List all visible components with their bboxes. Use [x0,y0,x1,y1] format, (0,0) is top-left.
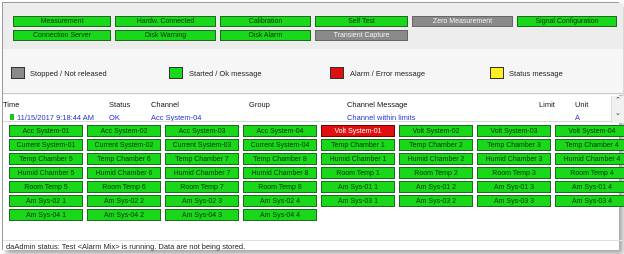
channel-chip[interactable]: Temp Chamber 6 [87,153,161,165]
connection-server-button[interactable]: Connection Server [13,30,111,41]
channel-chip[interactable]: Am Sys-03 1 [321,195,395,207]
channel-chip[interactable]: Am Sys-04 4 [243,209,317,221]
legend-label-alarm: Alarm / Error message [350,69,426,78]
channel-status-grid: Acc System-01 Acc System-02 Acc System-03 A… [9,125,624,225]
status-bar: daAdmin status: Test <Alarm Mix> is runn… [3,240,623,253]
channel-chip[interactable]: Am Sys-04 2 [87,209,161,221]
channel-chip[interactable]: Am Sys-04 1 [9,209,83,221]
column-header-channel[interactable]: Channel [151,100,179,109]
channel-chip[interactable]: Humid Chamber 7 [165,167,239,179]
channel-chip[interactable]: Room Temp 8 [243,181,317,193]
column-header-time[interactable]: Time [3,100,19,109]
channel-chip[interactable]: Am Sys-02 2 [87,195,161,207]
calibration-button[interactable]: Calibration [220,16,311,27]
channel-chip[interactable]: Acc System-01 [9,125,83,137]
transient-capture-button[interactable]: Transient Capture [315,30,408,41]
channel-chip[interactable]: Temp Chamber 8 [243,153,317,165]
channel-chip[interactable]: Current System-01 [9,139,83,151]
channel-chip[interactable]: Volt System-04 [555,125,624,137]
channel-chip[interactable]: Temp Chamber 2 [399,139,473,151]
channel-chip[interactable]: Room Temp 5 [9,181,83,193]
channel-chip[interactable]: Humid Chamber 1 [321,153,395,165]
scroll-down-icon[interactable]: ⌄ [615,110,621,118]
channel-chip[interactable]: Am Sys-01 4 [555,181,624,193]
channel-chip[interactable]: Am Sys-03 4 [555,195,624,207]
self-test-button[interactable]: Self Test [315,16,408,27]
channel-chip[interactable]: Temp Chamber 3 [477,139,551,151]
channel-chip[interactable]: Am Sys-02 1 [9,195,83,207]
channel-chip[interactable]: Acc System-04 [243,125,317,137]
channel-chip[interactable]: Room Temp 1 [321,167,395,179]
signal-configuration-button[interactable]: Signal Configuration [517,16,617,27]
channel-chip[interactable]: Am Sys-03 2 [399,195,473,207]
channel-chip[interactable]: Humid Chamber 2 [399,153,473,165]
state-toolbar: Measurement Hardw. Connected Calibration… [3,3,623,49]
channel-chip[interactable]: Room Temp 2 [399,167,473,179]
application-window: Measurement Hardw. Connected Calibration… [2,2,624,251]
channel-chip[interactable]: Am Sys-02 4 [243,195,317,207]
disk-alarm-button[interactable]: Disk Alarm [220,30,311,41]
column-header-limit[interactable]: Limit [539,100,555,109]
table-scrollbar[interactable]: ⌃ ⌄ [611,96,624,123]
channel-chip[interactable]: Am Sys-01 1 [321,181,395,193]
legend-label-status: Status message [509,69,563,78]
channel-chip[interactable]: Room Temp 6 [87,181,161,193]
channel-chip[interactable]: Volt System-03 [477,125,551,137]
channel-chip[interactable]: Temp Chamber 7 [165,153,239,165]
legend-label-stopped: Stopped / Not released [30,69,107,78]
measurement-button[interactable]: Measurement [13,16,111,27]
channel-chip[interactable]: Humid Chamber 3 [477,153,551,165]
channel-chip[interactable]: Am Sys-01 2 [399,181,473,193]
column-header-channel-message[interactable]: Channel Message [347,100,407,109]
channel-chip[interactable]: Humid Chamber 6 [87,167,161,179]
channel-chip[interactable]: Am Sys-03 3 [477,195,551,207]
channel-chip[interactable]: Room Temp 3 [477,167,551,179]
column-header-group[interactable]: Group [249,100,270,109]
legend-swatch-status [490,67,504,79]
channel-chip[interactable]: Temp Chamber 1 [321,139,395,151]
row-status-marker [10,114,14,120]
channel-chip[interactable]: Room Temp 7 [165,181,239,193]
channel-chip[interactable]: Humid Chamber 8 [243,167,317,179]
legend-swatch-ok [169,67,183,79]
channel-chip[interactable]: Humid Chamber 4 [555,153,624,165]
legend-swatch-stopped [11,67,25,79]
channel-chip[interactable]: Current System-03 [165,139,239,151]
hardware-connected-button[interactable]: Hardw. Connected [115,16,216,27]
channel-chip[interactable]: Am Sys-02 3 [165,195,239,207]
row-divider [3,121,611,122]
channel-chip[interactable]: Current System-02 [87,139,161,151]
legend-swatch-alarm [330,67,344,79]
status-bar-text: daAdmin status: Test <Alarm Mix> is runn… [6,242,246,251]
channel-chip[interactable]: Volt System-02 [399,125,473,137]
zero-measurement-button[interactable]: Zero Measurement [412,16,513,27]
channel-chip[interactable]: Acc System-02 [87,125,161,137]
channel-chip[interactable]: Current System-04 [243,139,317,151]
channel-chip[interactable]: Acc System-03 [165,125,239,137]
channel-chip[interactable]: Room Temp 4 [555,167,624,179]
scroll-up-icon[interactable]: ⌃ [615,97,621,105]
legend-label-ok: Started / Ok message [189,69,262,78]
channel-chip[interactable]: Temp Chamber 4 [555,139,624,151]
channel-chip[interactable]: Volt System-01 [321,125,395,137]
divider [3,93,623,94]
column-header-status[interactable]: Status [109,100,130,109]
channel-chip[interactable]: Temp Chamber 5 [9,153,83,165]
channel-chip[interactable]: Humid Chamber 5 [9,167,83,179]
column-header-unit[interactable]: Unit [575,100,588,109]
channel-chip[interactable]: Am Sys-04 3 [165,209,239,221]
channel-chip[interactable]: Am Sys-01 3 [477,181,551,193]
disk-warning-button[interactable]: Disk Warning [115,30,216,41]
